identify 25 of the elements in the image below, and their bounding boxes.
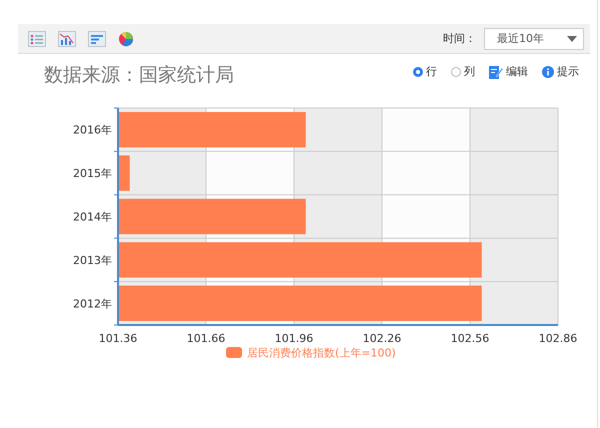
edit-icon [489, 64, 503, 78]
x-axis-label: 102.56 [450, 332, 490, 345]
info-icon [542, 66, 554, 78]
line-bar-chart-icon[interactable] [58, 30, 76, 46]
y-axis-label: 2013年 [73, 254, 112, 267]
time-label: 时间： [443, 31, 476, 46]
x-axis-label: 101.96 [274, 332, 314, 345]
edit-button[interactable]: 编辑 [489, 64, 528, 79]
x-axis-label: 101.36 [98, 332, 138, 345]
x-axis-label: 102.86 [538, 332, 578, 345]
y-axis-label: 2012年 [73, 297, 112, 310]
list-icon[interactable] [28, 30, 46, 46]
bar-chart-icon[interactable] [88, 30, 106, 46]
caret-icon [567, 36, 577, 42]
pie-chart-icon[interactable] [118, 30, 134, 46]
time-select[interactable]: 最近10年 [484, 28, 584, 50]
x-axis-label: 102.26 [362, 332, 402, 345]
y-axis-label: 2016年 [73, 124, 112, 137]
chart-title: 数据来源：国家统计局 [44, 63, 234, 88]
hint-button[interactable]: 提示 [542, 64, 579, 79]
radio-option[interactable]: 行 [413, 64, 437, 79]
radio-option[interactable]: 列 [451, 64, 475, 79]
y-axis-label: 2014年 [73, 210, 112, 224]
y-axis-label: 2015年 [73, 167, 112, 180]
x-axis-label: 101.66 [186, 332, 226, 345]
